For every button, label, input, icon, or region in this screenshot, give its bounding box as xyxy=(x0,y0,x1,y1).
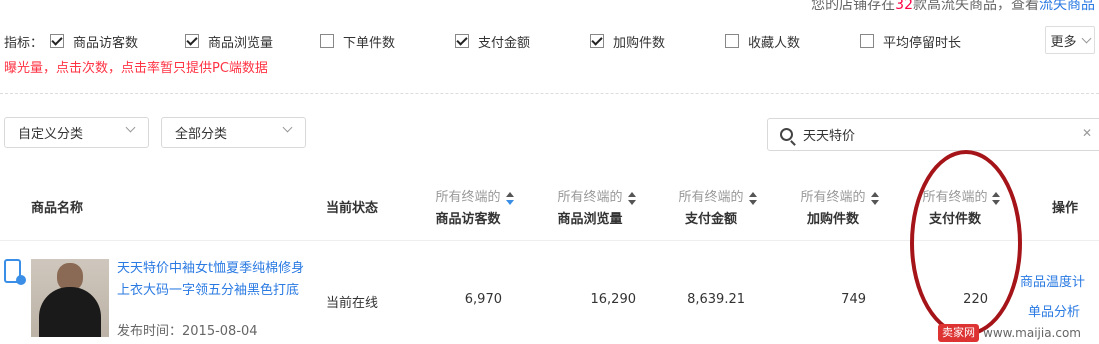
notice-middle: 款高流失商品，查看 xyxy=(913,0,1039,13)
visitors-cell: 6,970 xyxy=(464,292,502,307)
indicator-avg-stay-label: 平均停留时长 xyxy=(883,35,962,51)
watermark: 卖家网 www.maijia.com xyxy=(938,322,1081,344)
checkbox-icon[interactable] xyxy=(860,34,874,48)
indicator-cart[interactable]: 加购件数 xyxy=(590,30,665,52)
sort-icon[interactable] xyxy=(628,192,636,206)
indicator-visitors[interactable]: 商品访客数 xyxy=(50,30,138,52)
amount-cell: 8,639.21 xyxy=(687,292,745,307)
col-amount-l2: 支付金额 xyxy=(684,212,737,227)
clear-icon[interactable]: ✕ xyxy=(1082,126,1092,140)
notice-count: 32 xyxy=(895,0,913,13)
col-views-l1: 所有终端的 xyxy=(557,190,623,205)
product-title-link[interactable]: 天天特价中袖女t恤夏季纯棉修身上衣大码一字领五分袖黑色打底 xyxy=(117,258,317,302)
indicator-label: 指标： xyxy=(4,36,44,51)
indicator-orders-label: 下单件数 xyxy=(343,35,396,51)
col-product-name: 商品名称 xyxy=(31,201,84,216)
checkbox-checked-icon[interactable] xyxy=(455,34,469,48)
cart-cell: 749 xyxy=(841,292,866,307)
col-visitors-l2: 商品访客数 xyxy=(435,212,501,227)
col-visitors-l1: 所有终端的 xyxy=(435,190,501,205)
col-cart[interactable]: 所有终端的 加购件数 xyxy=(798,186,868,227)
chevron-down-icon xyxy=(1081,33,1091,43)
indicator-payment[interactable]: 支付金额 xyxy=(455,30,530,52)
col-action: 操作 xyxy=(1052,201,1079,216)
search-value: 天天特价 xyxy=(803,129,856,144)
custom-category-select[interactable]: 自定义分类 xyxy=(4,117,149,148)
custom-category-value: 自定义分类 xyxy=(18,127,84,142)
item-analysis-link[interactable]: 单品分析 xyxy=(1028,301,1080,320)
annotation-circle xyxy=(910,150,1022,336)
sort-icon[interactable] xyxy=(749,192,757,206)
indicator-favorites[interactable]: 收藏人数 xyxy=(725,30,800,52)
product-thermometer-link[interactable]: 商品温度计 xyxy=(1020,271,1085,290)
notice-prefix: 您的店铺存在 xyxy=(811,0,896,13)
indicator-avg-stay[interactable]: 平均停留时长 xyxy=(860,30,961,52)
chevron-down-icon xyxy=(125,122,136,133)
watermark-url: www.maijia.com xyxy=(983,326,1081,340)
indicator-views-label: 商品浏览量 xyxy=(208,35,274,51)
checkbox-icon[interactable] xyxy=(725,34,739,48)
more-label: 更多 xyxy=(1050,34,1077,50)
watermark-badge: 卖家网 xyxy=(938,324,979,342)
indicator-payment-label: 支付金额 xyxy=(478,35,531,51)
indicator-views[interactable]: 商品浏览量 xyxy=(185,30,273,52)
indicator-bar: 指标： 商品访客数 商品浏览量 下单件数 支付金额 加购件数 收藏人数 平均停留… xyxy=(4,26,1099,54)
indicator-visitors-label: 商品访客数 xyxy=(73,35,139,51)
divider xyxy=(0,93,1099,94)
pc-only-warning: 曝光量，点击次数，点击率暂只提供PC端数据 xyxy=(4,61,268,76)
sort-icon[interactable] xyxy=(871,192,879,206)
col-cart-l1: 所有终端的 xyxy=(800,190,866,205)
more-indicators-button[interactable]: 更多 xyxy=(1045,26,1095,54)
top-notice: 您的店铺存在32款高流失商品，查看流失商品 xyxy=(811,0,1095,14)
lost-products-link[interactable]: 流失商品 xyxy=(1039,0,1095,13)
status-cell: 当前在线 xyxy=(326,296,379,311)
mobile-device-icon xyxy=(4,259,26,285)
checkbox-checked-icon[interactable] xyxy=(590,34,604,48)
sort-icon[interactable] xyxy=(506,192,514,206)
chevron-down-icon xyxy=(282,122,293,133)
checkbox-checked-icon[interactable] xyxy=(50,34,64,48)
col-visitors[interactable]: 所有终端的 商品访客数 xyxy=(434,186,502,227)
search-icon xyxy=(780,128,793,141)
checkbox-icon[interactable] xyxy=(320,34,334,48)
checkbox-checked-icon[interactable] xyxy=(185,34,199,48)
publish-time: 发布时间：2015-08-04 xyxy=(117,324,258,339)
col-amount[interactable]: 所有终端的 支付金额 xyxy=(677,186,745,227)
col-views[interactable]: 所有终端的 商品浏览量 xyxy=(555,186,625,227)
col-amount-l1: 所有终端的 xyxy=(678,190,744,205)
indicator-favorites-label: 收藏人数 xyxy=(748,35,801,51)
views-cell: 16,290 xyxy=(590,292,637,307)
col-views-l2: 商品浏览量 xyxy=(557,212,623,227)
product-thumbnail[interactable] xyxy=(31,259,109,337)
indicator-cart-label: 加购件数 xyxy=(613,35,666,51)
col-status: 当前状态 xyxy=(326,201,379,216)
indicator-orders[interactable]: 下单件数 xyxy=(320,30,395,52)
col-cart-l2: 加购件数 xyxy=(806,212,859,227)
all-category-select[interactable]: 全部分类 xyxy=(161,117,306,148)
search-input[interactable]: 天天特价 ✕ xyxy=(767,118,1099,151)
all-category-value: 全部分类 xyxy=(175,127,228,142)
